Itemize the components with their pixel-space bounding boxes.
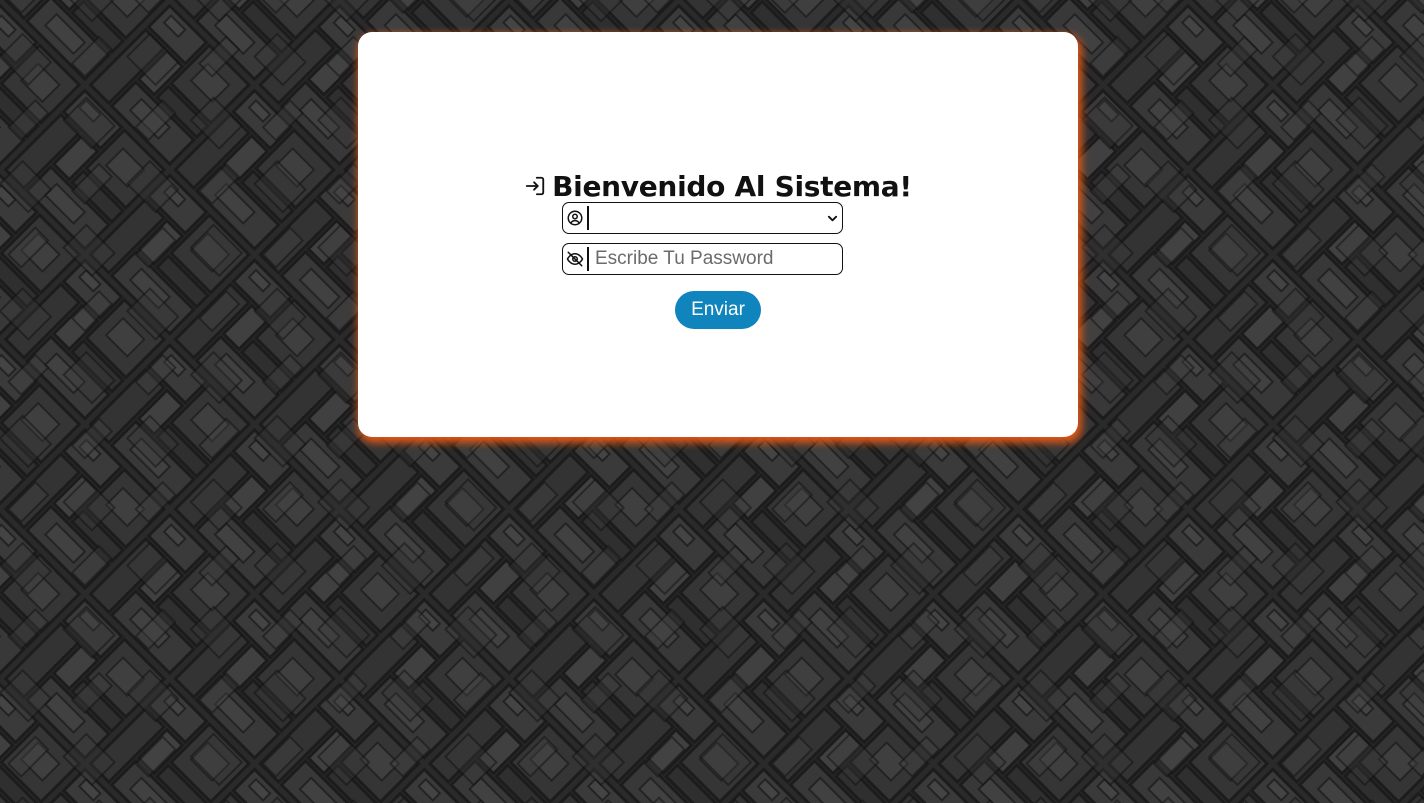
password-input[interactable]	[595, 246, 835, 272]
login-icon	[525, 176, 545, 196]
field-divider	[587, 206, 589, 230]
user-select[interactable]	[590, 205, 840, 231]
user-select-field[interactable]	[562, 202, 843, 234]
login-card: Bienvenido Al Sistema! Enviar	[358, 32, 1078, 437]
login-title-text: Bienvenido Al Sistema!	[552, 170, 912, 203]
user-circle-icon	[567, 210, 583, 226]
login-title: Bienvenido Al Sistema!	[358, 170, 1078, 203]
field-divider	[587, 247, 589, 271]
submit-button[interactable]: Enviar	[675, 291, 761, 329]
password-field[interactable]	[562, 243, 843, 275]
eye-off-icon[interactable]	[566, 250, 584, 268]
